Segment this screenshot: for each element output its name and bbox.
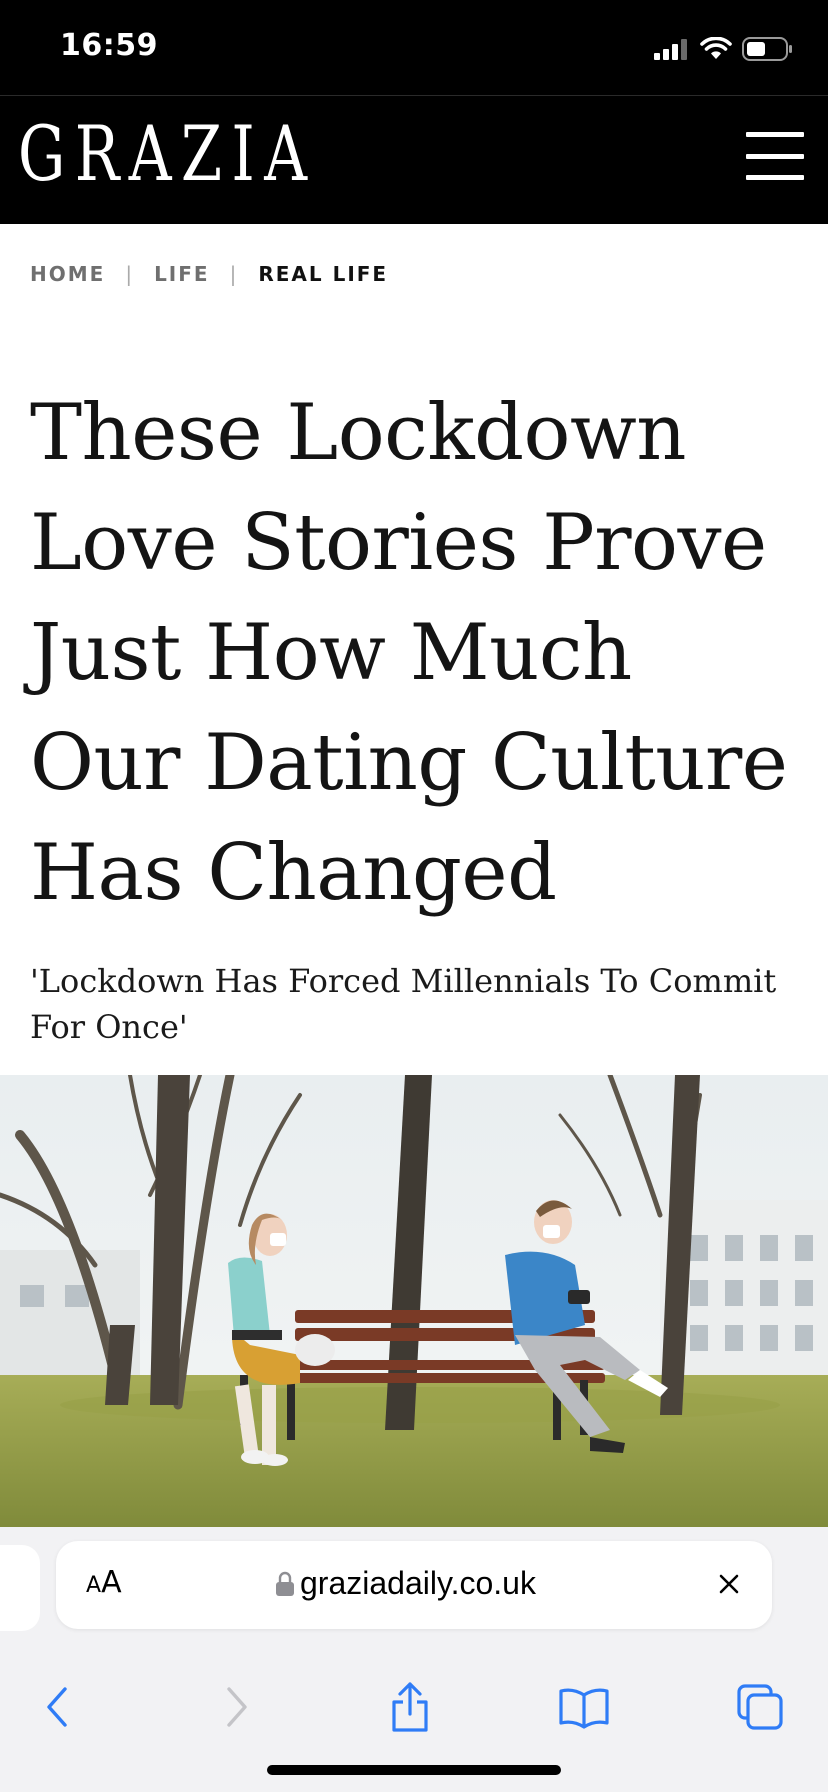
- browser-toolbar: [0, 1659, 828, 1749]
- close-icon[interactable]: [714, 1569, 744, 1599]
- site-header: GRAZIA: [0, 96, 828, 224]
- status-icons: [654, 34, 794, 64]
- browser-bottom-bar: AA graziadaily.co.uk: [0, 1527, 828, 1792]
- headline-line: Just How Much: [30, 608, 632, 698]
- breadcrumb-separator: |: [229, 262, 239, 286]
- headline-line: These Lockdown: [30, 388, 687, 478]
- status-bar: 16:59: [0, 0, 828, 96]
- address-bar[interactable]: AA graziadaily.co.uk: [56, 1541, 772, 1629]
- headline-line: Our Dating Culture: [30, 718, 788, 808]
- url-text: graziadaily.co.uk: [300, 1565, 536, 1601]
- battery-icon: [742, 37, 792, 61]
- tabs-icon[interactable]: [730, 1679, 790, 1735]
- back-icon[interactable]: [28, 1679, 88, 1735]
- lock-icon: [276, 1571, 294, 1596]
- breadcrumb-home[interactable]: HOME: [30, 262, 105, 286]
- forward-icon[interactable]: [206, 1679, 266, 1735]
- text-size-button[interactable]: AA: [86, 1565, 122, 1600]
- article-standfirst: 'Lockdown Has Forced Millennials To Comm…: [30, 958, 800, 1050]
- standfirst-line: 'Lockdown Has Forced Millennials To Comm…: [30, 962, 777, 1000]
- home-indicator[interactable]: [267, 1765, 561, 1775]
- url-field[interactable]: graziadaily.co.uk: [276, 1565, 536, 1602]
- hamburger-menu-icon[interactable]: [746, 132, 804, 180]
- breadcrumb-life[interactable]: LIFE: [154, 262, 210, 286]
- headline-line: Has Changed: [30, 828, 557, 918]
- status-time: 16:59: [60, 28, 158, 63]
- previous-tab-preview[interactable]: [0, 1545, 40, 1631]
- share-icon[interactable]: [380, 1679, 440, 1735]
- headline-line: Love Stories Prove: [30, 498, 767, 588]
- hero-image: [0, 1075, 828, 1530]
- grazia-logo[interactable]: GRAZIA: [18, 116, 316, 192]
- park-bench-photo: [0, 1075, 828, 1530]
- article-headline: These Lockdown Love Stories Prove Just H…: [30, 378, 810, 928]
- cellular-signal-icon: [654, 39, 687, 60]
- standfirst-line: For Once': [30, 1008, 188, 1046]
- bookmarks-icon[interactable]: [554, 1679, 614, 1735]
- breadcrumb: HOME | LIFE | REAL LIFE: [30, 262, 388, 286]
- breadcrumb-separator: |: [125, 262, 135, 286]
- breadcrumb-real-life[interactable]: REAL LIFE: [258, 262, 388, 286]
- wifi-icon: [700, 37, 732, 59]
